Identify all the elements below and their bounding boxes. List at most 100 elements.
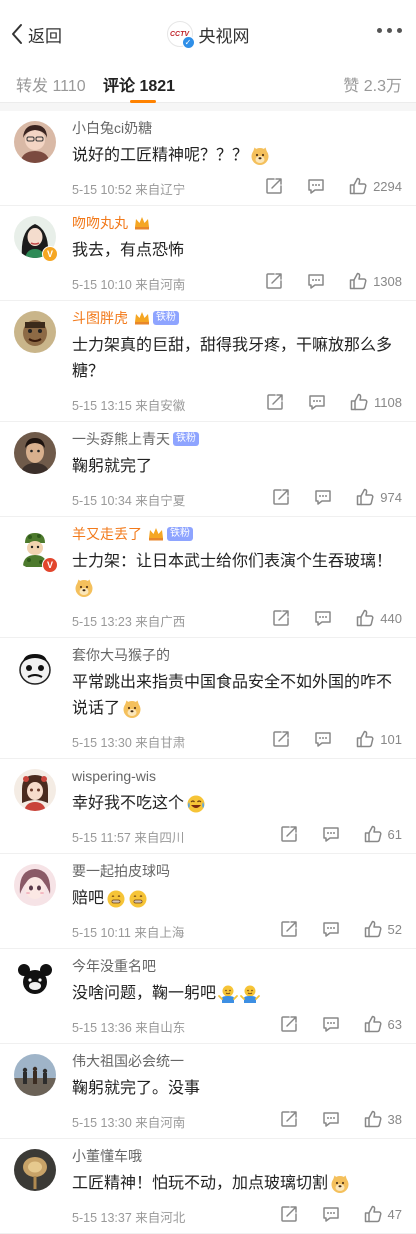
fan-badge: 铁粉 — [153, 311, 179, 325]
username[interactable]: 套你大马猴子的 — [72, 644, 402, 666]
comment-date: 5-15 11:57 来自四川 — [72, 831, 185, 845]
zip-mouth-emoji-icon — [106, 889, 126, 909]
like-count: 47 — [387, 1206, 402, 1222]
share-icon[interactable] — [279, 919, 299, 939]
like-count: 52 — [387, 921, 402, 937]
tab-bar: 转发 1110 评论 1821 赞 2.3万 — [0, 68, 416, 103]
comment-date: 5-15 13:15 来自安徽 — [72, 399, 186, 413]
comment-text: 鞠躬就完了 — [72, 458, 153, 475]
share-icon[interactable] — [271, 487, 291, 507]
username[interactable]: 小董懂车哦 — [72, 1145, 402, 1167]
avatar[interactable] — [14, 121, 56, 163]
reply-icon[interactable] — [321, 919, 341, 939]
vip-crown-icon — [149, 528, 163, 541]
comment-text: 幸好我不吃这个 — [72, 791, 402, 817]
vip-crown-icon — [135, 217, 149, 230]
zip-mouth-emoji-icon — [128, 889, 148, 909]
like-count: 1108 — [374, 394, 402, 410]
comment-text: 说好的工匠精神呢？？？ — [72, 143, 402, 169]
comment-text: 鞠躬就完了。没事 — [72, 1080, 201, 1097]
reply-icon[interactable] — [306, 176, 326, 196]
like-button[interactable]: 61 — [363, 824, 402, 844]
like-button[interactable]: 1308 — [348, 271, 402, 291]
thumbs-up-icon — [349, 392, 369, 412]
like-count: 61 — [387, 826, 402, 842]
more-icon[interactable] — [377, 28, 402, 33]
comment-date: 5-15 13:37 来自河北 — [72, 1211, 186, 1225]
like-button[interactable]: 47 — [363, 1204, 402, 1224]
reply-icon[interactable] — [313, 729, 333, 749]
comment-meta: 5-15 13:30 来自甘肃 101 — [72, 724, 402, 758]
comment-item: wispering-wis 幸好我不吃这个 5-15 11:57 来自四川 61 — [0, 759, 416, 854]
account-header[interactable]: CCTV ✓ 央视网 — [0, 20, 416, 49]
comment-item: 小董懂车哦 工匠精神！怕玩不动，加点玻璃切割 5-15 13:37 来自河北 4… — [0, 1139, 416, 1234]
share-icon[interactable] — [264, 176, 284, 196]
comment-meta: 5-15 13:30 来自河南 38 — [72, 1104, 402, 1138]
comment-meta: 5-15 11:57 来自四川 61 — [72, 819, 402, 853]
thumbs-up-icon — [355, 729, 375, 749]
avatar[interactable] — [14, 311, 56, 353]
reply-icon[interactable] — [321, 824, 341, 844]
thumbs-up-icon — [363, 1204, 383, 1224]
tab-like[interactable]: 赞 2.3万 — [343, 72, 402, 96]
comment-date: 5-15 13:30 来自河南 — [72, 1116, 186, 1130]
like-count: 101 — [380, 731, 402, 747]
share-icon[interactable] — [271, 729, 291, 749]
like-button[interactable]: 52 — [363, 919, 402, 939]
username[interactable]: wispering-wis — [72, 765, 402, 787]
avatar[interactable] — [14, 1054, 56, 1096]
avatar[interactable] — [14, 1149, 56, 1191]
thumbs-up-icon — [348, 271, 368, 291]
like-button[interactable]: 2294 — [348, 176, 402, 196]
username[interactable]: 吻吻丸丸 — [72, 212, 402, 234]
username[interactable]: 斗图胖虎 铁粉 — [72, 307, 402, 329]
like-button[interactable]: 974 — [355, 487, 402, 507]
reply-icon[interactable] — [313, 608, 333, 628]
comment-item: 一头孬熊上青天 铁粉 鞠躬就完了 5-15 10:34 来自宁夏 974 — [0, 422, 416, 517]
reply-icon[interactable] — [313, 487, 333, 507]
like-button[interactable]: 38 — [363, 1109, 402, 1129]
comment-text: 赔吧 — [72, 886, 402, 912]
like-count: 63 — [387, 1016, 402, 1032]
vip-crown-icon — [135, 312, 149, 325]
avatar[interactable] — [14, 959, 56, 1001]
reply-icon[interactable] — [306, 271, 326, 291]
comment-date: 5-15 10:10 来自河南 — [72, 278, 186, 292]
fan-badge: 铁粉 — [167, 527, 193, 541]
avatar[interactable] — [14, 864, 56, 906]
reply-icon[interactable] — [321, 1109, 341, 1129]
comment-text: 工匠精神！怕玩不动，加点玻璃切割 — [72, 1171, 402, 1197]
reply-icon[interactable] — [321, 1014, 341, 1034]
like-button[interactable]: 101 — [355, 729, 402, 749]
username[interactable]: 要一起拍皮球吗 — [72, 860, 402, 882]
like-button[interactable]: 440 — [355, 608, 402, 628]
doge-emoji-icon — [74, 578, 94, 598]
avatar[interactable] — [14, 432, 56, 474]
reply-icon[interactable] — [321, 1204, 341, 1224]
like-count: 38 — [387, 1111, 402, 1127]
share-icon[interactable] — [264, 271, 284, 291]
share-icon[interactable] — [279, 1109, 299, 1129]
reply-icon[interactable] — [307, 392, 327, 412]
share-icon[interactable] — [271, 608, 291, 628]
doge-emoji-icon — [330, 1174, 350, 1194]
share-icon[interactable] — [279, 1204, 299, 1224]
comment-date: 5-15 10:52 来自辽宁 — [72, 183, 186, 197]
share-icon[interactable] — [279, 1014, 299, 1034]
like-button[interactable]: 63 — [363, 1014, 402, 1034]
thumbs-up-icon — [355, 608, 375, 628]
share-icon[interactable] — [265, 392, 285, 412]
username[interactable]: 羊又走丢了 铁粉 — [72, 523, 402, 545]
fan-badge: 铁粉 — [173, 432, 199, 446]
tab-comment[interactable]: 评论 1821 — [103, 72, 175, 96]
like-button[interactable]: 1108 — [349, 392, 402, 412]
username[interactable]: 小白兔ci奶糖 — [72, 117, 402, 139]
tab-repost[interactable]: 转发 1110 — [16, 72, 86, 96]
doge-emoji-icon — [122, 699, 142, 719]
username[interactable]: 今年没重名吧 — [72, 955, 402, 977]
avatar[interactable] — [14, 648, 56, 690]
username[interactable]: 伟大祖国必会统一 — [72, 1050, 402, 1072]
share-icon[interactable] — [279, 824, 299, 844]
username[interactable]: 一头孬熊上青天 铁粉 — [72, 428, 402, 450]
avatar[interactable] — [14, 769, 56, 811]
